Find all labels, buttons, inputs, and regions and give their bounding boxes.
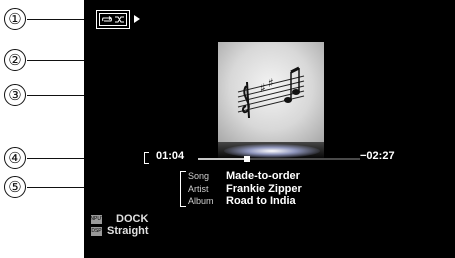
dsp-mode-label: Straight	[107, 225, 149, 237]
dsp-badge-icon: DSP	[91, 226, 102, 236]
metadata-key: Song	[188, 171, 210, 181]
metadata-row-artist: Artist Frankie Zipper	[188, 183, 302, 196]
callout-5: ⑤	[4, 176, 26, 198]
callout-2: ②	[4, 49, 26, 71]
repeat-shuffle-indicator	[96, 10, 130, 29]
metadata-bracket	[180, 171, 186, 207]
album-art: ♯ ♯	[218, 42, 324, 142]
input-source-row: INPUT DOCK	[89, 213, 149, 225]
metadata-key: Artist	[188, 183, 209, 194]
metadata-key: Album	[188, 196, 214, 206]
callout-4: ④	[4, 147, 26, 169]
callout-number: ⑤	[4, 176, 26, 198]
track-metadata: Song Made-to-order Artist Frankie Zipper…	[188, 170, 302, 208]
callout-number: ①	[4, 8, 26, 30]
elapsed-time: 01:04	[156, 150, 185, 162]
progress-knob	[243, 156, 250, 162]
callout-number: ④	[4, 147, 26, 169]
callout-number: ③	[4, 84, 26, 106]
glow-highlight	[224, 144, 320, 158]
svg-text:♯: ♯	[268, 76, 274, 90]
shuffle-icon	[115, 16, 125, 23]
callout-1: ①	[4, 8, 26, 30]
time-bracket	[144, 152, 149, 164]
play-icon	[134, 15, 140, 23]
source-info: INPUT DOCK DSP Straight	[89, 213, 149, 237]
input-badge-icon: INPUT	[89, 214, 104, 224]
dsp-row: DSP Straight	[91, 225, 149, 237]
music-staff-icon: ♯ ♯	[237, 66, 305, 119]
metadata-value: Road to India	[226, 195, 296, 207]
progress-bar	[198, 156, 360, 162]
callout-number: ②	[4, 49, 26, 71]
metadata-value: Frankie Zipper	[226, 182, 302, 195]
svg-text:♯: ♯	[260, 81, 266, 95]
metadata-row-album: Album Road to India	[188, 195, 302, 208]
remaining-time: −02:27	[360, 150, 395, 162]
screen: ♯ ♯ 01:04 −02:27 Song Made-to-order Arti…	[84, 0, 455, 258]
input-source-label: DOCK	[116, 213, 149, 225]
progress-fill	[198, 158, 247, 160]
metadata-value: Made-to-order	[226, 170, 300, 182]
metadata-row-song: Song Made-to-order	[188, 170, 302, 183]
callout-column: ① ② ③ ④ ⑤	[0, 0, 223, 258]
repeat-icon	[101, 16, 112, 22]
callout-3: ③	[4, 84, 26, 106]
